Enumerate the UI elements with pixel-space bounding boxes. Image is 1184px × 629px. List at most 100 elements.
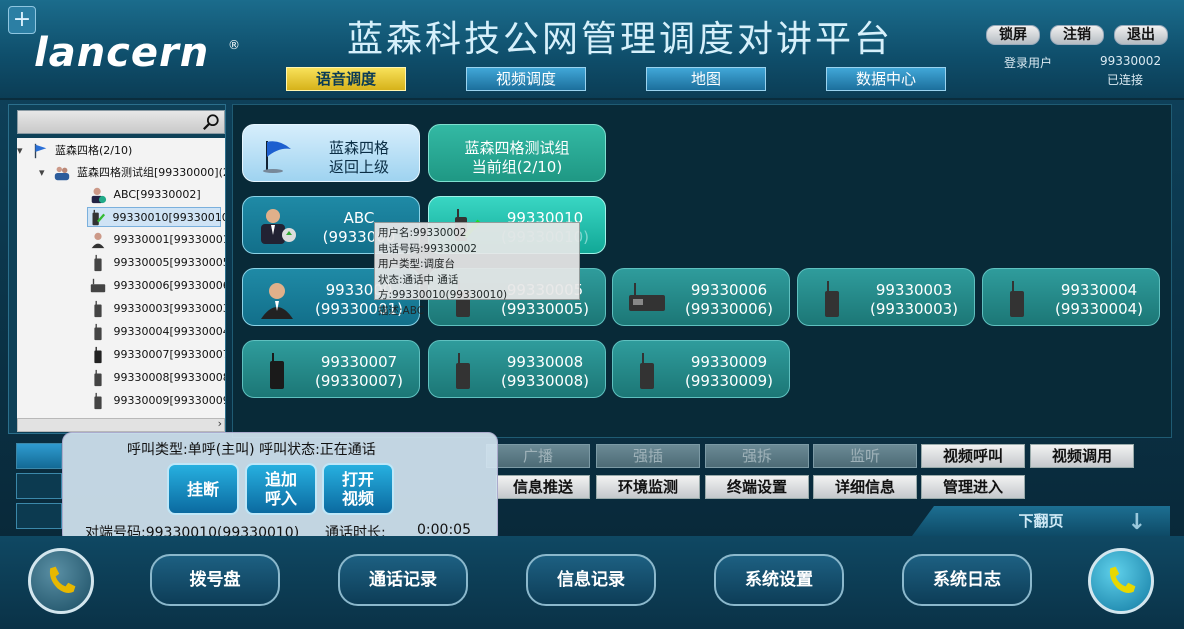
system-log-button[interactable]: 系统日志 — [902, 554, 1032, 606]
tooltip-phone: 电话号码:99330002 — [378, 242, 477, 255]
card-line-1: 蓝森四格测试组 — [464, 139, 570, 157]
hangup-label: 挂断 — [186, 479, 219, 499]
current-group-card[interactable]: 蓝森四格测试组 当前组(2/10) — [428, 124, 606, 182]
walkie-talkie-icon — [640, 353, 654, 389]
tree-member-label: 99330005[99330005] — [113, 256, 226, 269]
tree-member-label: 99330010[99330010] — [112, 211, 226, 224]
logo: lancern — [34, 30, 210, 76]
call-log-button[interactable]: 通话记录 — [338, 554, 468, 606]
tree-member[interactable]: 99330007[99330007] — [89, 345, 225, 365]
side-tab-3[interactable] — [16, 503, 62, 529]
chevron-right-icon[interactable]: › — [218, 417, 222, 430]
talking-radio-icon — [92, 209, 106, 226]
member-card-99330006[interactable]: 99330006 (99330006) — [612, 268, 790, 326]
tooltip-description: 描述:ABC — [378, 304, 425, 317]
tree-member[interactable]: ABC[99330002] — [89, 185, 201, 205]
system-settings-button[interactable]: 系统设置 — [714, 554, 844, 606]
tree-member-label: 99330006[99330006] — [113, 279, 226, 292]
page-down-button[interactable]: 下翻页 ↓ — [912, 506, 1170, 536]
base-radio-icon — [90, 278, 106, 293]
login-user-label: 登录用户 — [1004, 56, 1053, 70]
tree-member[interactable]: 99330009[99330009] — [89, 391, 225, 411]
member-card-99330007[interactable]: 99330007 (99330007) — [242, 340, 420, 398]
terminal-settings-button[interactable]: 终端设置 — [705, 475, 809, 499]
dispatcher-icon — [91, 187, 107, 204]
dialpad-button[interactable]: 拨号盘 — [150, 554, 280, 606]
collapse-icon[interactable]: ▾ — [39, 163, 49, 183]
tree-member[interactable]: 99330008[99330008] — [89, 368, 225, 388]
exit-button[interactable]: 退出 — [1114, 25, 1168, 45]
flag-icon — [34, 143, 46, 159]
force-insert-button[interactable]: 强插 — [596, 444, 700, 468]
logout-button[interactable]: 注销 — [1050, 25, 1104, 45]
environment-monitor-button[interactable]: 环境监测 — [596, 475, 700, 499]
plus-icon[interactable]: + — [8, 6, 36, 34]
registered-mark: ® — [228, 38, 240, 52]
card-line-1: 蓝森四格 — [328, 139, 389, 157]
message-log-button[interactable]: 信息记录 — [526, 554, 656, 606]
back-to-parent-card[interactable]: 蓝森四格 返回上级 — [242, 124, 420, 182]
tree-root[interactable]: ▾ 蓝森四格(2/10) — [17, 141, 132, 161]
admin-enter-button[interactable]: 管理进入 — [921, 475, 1025, 499]
walkie-talkie-icon — [94, 392, 102, 410]
side-tab-2[interactable] — [16, 473, 62, 499]
tooltip-type: 用户类型:调度台 — [378, 258, 456, 270]
tree-member[interactable]: 99330006[99330006] — [89, 276, 225, 296]
member-card-99330003[interactable]: 99330003 (99330003) — [797, 268, 975, 326]
tree-member[interactable]: 99330004[99330004] — [89, 322, 225, 342]
add-call-button[interactable]: 追加 呼入 — [245, 463, 317, 515]
tooltip-state: 状态:通话中 通话方:99330010(99330010) — [378, 273, 508, 302]
tab-voice-dispatch[interactable]: 语音调度 — [286, 67, 406, 91]
tree-member-label: 99330008[99330008] — [113, 371, 226, 384]
walkie-talkie-icon — [94, 323, 102, 341]
side-tab-1[interactable] — [16, 443, 62, 469]
open-video-label-2: 视频 — [341, 489, 374, 508]
card-line-2: (99330006) — [684, 300, 774, 318]
tree-member[interactable]: 99330003[99330003] — [89, 299, 225, 319]
card-line-1: 99330008 — [506, 353, 584, 371]
tab-map[interactable]: 地图 — [646, 67, 766, 91]
member-card-99330004[interactable]: 99330004 (99330004) — [982, 268, 1160, 326]
tree-group[interactable]: ▾ 蓝森四格测试组[99330000](2/ — [39, 163, 225, 183]
tab-video-dispatch[interactable]: 视频调度 — [466, 67, 586, 91]
tree-member-label: 99330009[99330009] — [113, 394, 226, 407]
walkie-talkie-icon — [1010, 281, 1024, 317]
hangup-button[interactable]: 挂断 — [167, 463, 239, 515]
video-call-button[interactable]: 视频呼叫 — [921, 444, 1025, 468]
open-video-button[interactable]: 打开 视频 — [322, 463, 394, 515]
details-button[interactable]: 详细信息 — [813, 475, 917, 499]
call-left-button[interactable] — [28, 548, 94, 614]
force-release-button[interactable]: 强拆 — [705, 444, 809, 468]
tree-member-label: ABC[99330002] — [113, 188, 201, 201]
tree-member-label: 99330004[99330004] — [113, 325, 226, 338]
tab-data-center[interactable]: 数据中心 — [826, 67, 946, 91]
search-input[interactable] — [17, 110, 225, 134]
horizontal-scrollbar[interactable]: › — [17, 417, 225, 432]
member-card-99330009[interactable]: 99330009 (99330009) — [612, 340, 790, 398]
walkie-talkie-icon — [825, 281, 839, 317]
flag-icon — [263, 141, 291, 173]
call-right-button[interactable] — [1088, 548, 1154, 614]
contact-tree-panel: ▾ 蓝森四格(2/10) ▾ 蓝森四格测试组[99330000](2/ ABC[… — [8, 104, 226, 434]
message-push-button[interactable]: 信息推送 — [496, 475, 590, 499]
page-down-label: 下翻页 — [1018, 512, 1064, 530]
walkie-talkie-icon — [270, 353, 284, 389]
dispatch-app: + lancern ® 蓝森科技公网管理调度对讲平台 语音调度 视频调度 地图 … — [0, 0, 1184, 629]
phone-icon — [1109, 566, 1136, 593]
lock-screen-button[interactable]: 锁屏 — [986, 25, 1040, 45]
page-title: 蓝森科技公网管理调度对讲平台 — [346, 19, 893, 60]
tree-member-selected[interactable]: 99330010[99330010] — [87, 207, 225, 227]
tree-member[interactable]: 99330001[99330001] — [89, 230, 225, 250]
card-line-1: 99330003 — [875, 281, 953, 299]
open-video-label-1: 打开 — [341, 470, 374, 489]
tree-member[interactable]: 99330005[99330005] — [89, 253, 225, 273]
collapse-icon[interactable]: ▾ — [17, 141, 27, 161]
video-fetch-button[interactable]: 视频调用 — [1030, 444, 1134, 468]
broadcast-button[interactable]: 广播 — [486, 444, 590, 468]
tree-member-label: 99330007[99330007] — [113, 348, 226, 361]
search-icon[interactable] — [202, 113, 220, 131]
monitor-button[interactable]: 监听 — [813, 444, 917, 468]
card-line-2: (99330004) — [1054, 300, 1144, 318]
bottom-bar: 拨号盘 通话记录 信息记录 系统设置 系统日志 — [0, 536, 1184, 629]
member-card-99330008[interactable]: 99330008 (99330008) — [428, 340, 606, 398]
